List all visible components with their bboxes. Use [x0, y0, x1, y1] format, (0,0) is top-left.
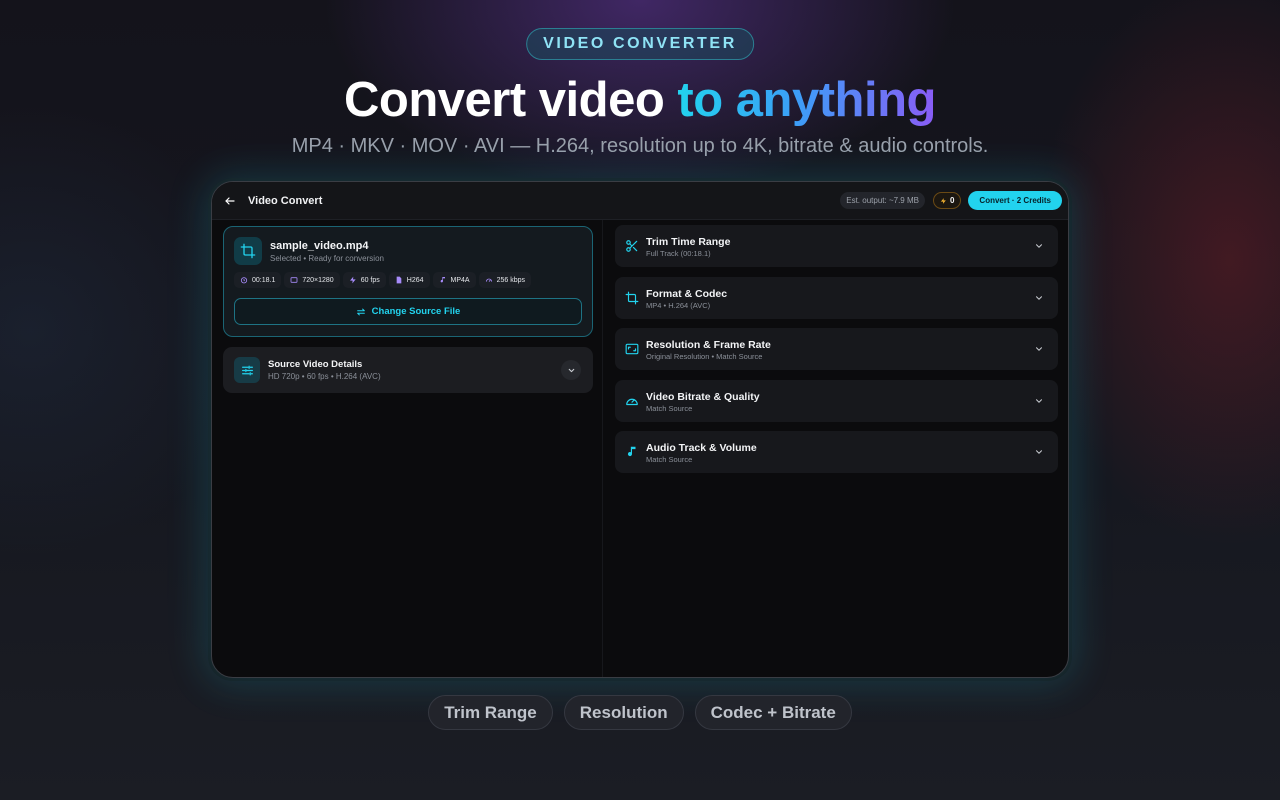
- left-pane: sample_video.mp4 Selected • Ready for co…: [212, 220, 603, 677]
- chevron-down-icon: [1035, 450, 1043, 454]
- file-video-icon: [396, 276, 402, 284]
- chip-label: 720×1280: [302, 276, 334, 284]
- source-video-details[interactable]: Source Video Details HD 720p • 60 fps • …: [223, 347, 593, 393]
- chip-label: 60 fps: [360, 276, 380, 284]
- bolt-icon: [349, 276, 356, 284]
- section-subtitle: Match Source: [646, 404, 693, 413]
- chevron-down-icon[interactable]: [561, 360, 581, 380]
- details-subtitle: HD 720p • 60 fps • H.264 (AVC): [268, 372, 381, 381]
- headline-accent: to anything: [677, 73, 936, 127]
- audio-codec-chip: MP4A: [432, 272, 476, 288]
- app-title: Video Convert: [248, 194, 323, 207]
- scissors-icon: [626, 240, 638, 252]
- section-title: Resolution & Frame Rate: [646, 339, 771, 351]
- duration-chip: 00:18.1: [234, 272, 282, 288]
- chevron-down-icon: [1035, 296, 1043, 300]
- headline: Convert video to anything: [0, 72, 1280, 128]
- pill-trim-range: Trim Range: [428, 695, 553, 730]
- chip-label: H264: [406, 276, 424, 284]
- section-video-bitrate-quality[interactable]: Video Bitrate & Quality Match Source: [615, 380, 1058, 422]
- section-format-codec[interactable]: Format & Codec MP4 • H.264 (AVC): [615, 277, 1058, 319]
- subtitle: MP4 · MKV · MOV · AVI — H.264, resolutio…: [291, 135, 989, 157]
- change-source-file-button[interactable]: Change Source File: [234, 298, 582, 325]
- convert-button[interactable]: Convert · 2 Credits: [968, 191, 1062, 210]
- codec-chip: H264: [388, 272, 430, 288]
- section-resolution-frame-rate[interactable]: Resolution & Frame Rate Original Resolut…: [615, 328, 1058, 370]
- section-subtitle: MP4 • H.264 (AVC): [646, 301, 711, 310]
- change-source-label: Change Source File: [371, 306, 461, 317]
- chevron-down-icon: [1035, 347, 1043, 351]
- source-file-card: sample_video.mp4 Selected • Ready for co…: [223, 226, 593, 337]
- feature-pills: Trim Range Resolution Codec + Bitrate: [0, 695, 1280, 730]
- app-badge: VIDEO CONVERTER: [526, 28, 754, 60]
- details-title: Source Video Details: [268, 359, 363, 370]
- aspect-ratio-icon: [625, 343, 639, 355]
- app-window: Video Convert Est. output: ~7.9 MB 0 Con…: [211, 181, 1069, 678]
- credits-count: 0: [949, 196, 955, 205]
- bitrate-chip: 256 kbps: [478, 272, 531, 288]
- music-note-icon: [627, 446, 636, 457]
- fps-chip: 60 fps: [342, 272, 386, 288]
- headline-main: Convert video: [344, 73, 665, 127]
- dimensions-chip: 720×1280: [284, 272, 340, 288]
- music-note-icon: [440, 277, 445, 283]
- chevron-down-icon: [1035, 244, 1043, 248]
- section-title: Audio Track & Volume: [646, 442, 757, 454]
- section-trim-time-range[interactable]: Trim Time Range Full Track (00:18.1): [615, 225, 1058, 267]
- chevron-down-icon: [1035, 399, 1043, 403]
- lightning-icon: [940, 197, 946, 204]
- pill-codec-bitrate: Codec + Bitrate: [694, 695, 852, 730]
- gauge-icon: [485, 278, 492, 282]
- speedometer-icon: [626, 398, 638, 406]
- right-pane: Trim Time Range Full Track (00:18.1) For…: [604, 220, 1068, 677]
- top-bar: Video Convert Est. output: ~7.9 MB 0 Con…: [212, 182, 1068, 220]
- crop-icon: [625, 291, 639, 305]
- metadata-chips: 00:18.1 720×1280 60 fps H264 MP4A 256 kb…: [234, 272, 531, 288]
- swap-icon: [356, 308, 365, 315]
- section-title: Video Bitrate & Quality: [646, 391, 760, 403]
- section-subtitle: Original Resolution • Match Source: [646, 352, 763, 361]
- section-subtitle: Full Track (00:18.1): [646, 249, 711, 258]
- pill-resolution: Resolution: [563, 695, 684, 730]
- source-file-name: sample_video.mp4: [270, 240, 369, 252]
- section-subtitle: Match Source: [646, 455, 693, 464]
- estimated-output-size: Est. output: ~7.9 MB: [840, 192, 925, 209]
- source-file-status: Selected • Ready for conversion: [270, 254, 384, 263]
- section-title: Trim Time Range: [646, 236, 731, 248]
- chip-label: MP4A: [450, 276, 470, 284]
- chip-label: 256 kbps: [496, 276, 525, 284]
- section-title: Format & Codec: [646, 288, 728, 300]
- section-audio-track-volume[interactable]: Audio Track & Volume Match Source: [615, 431, 1058, 473]
- aspect-ratio-icon: [290, 277, 298, 283]
- credits-badge[interactable]: 0: [932, 192, 962, 209]
- crop-icon: [234, 237, 262, 265]
- sliders-icon: [234, 357, 260, 383]
- chip-label: 00:18.1: [252, 276, 276, 284]
- timer-icon: [240, 277, 248, 284]
- back-arrow-icon[interactable]: [222, 193, 238, 209]
